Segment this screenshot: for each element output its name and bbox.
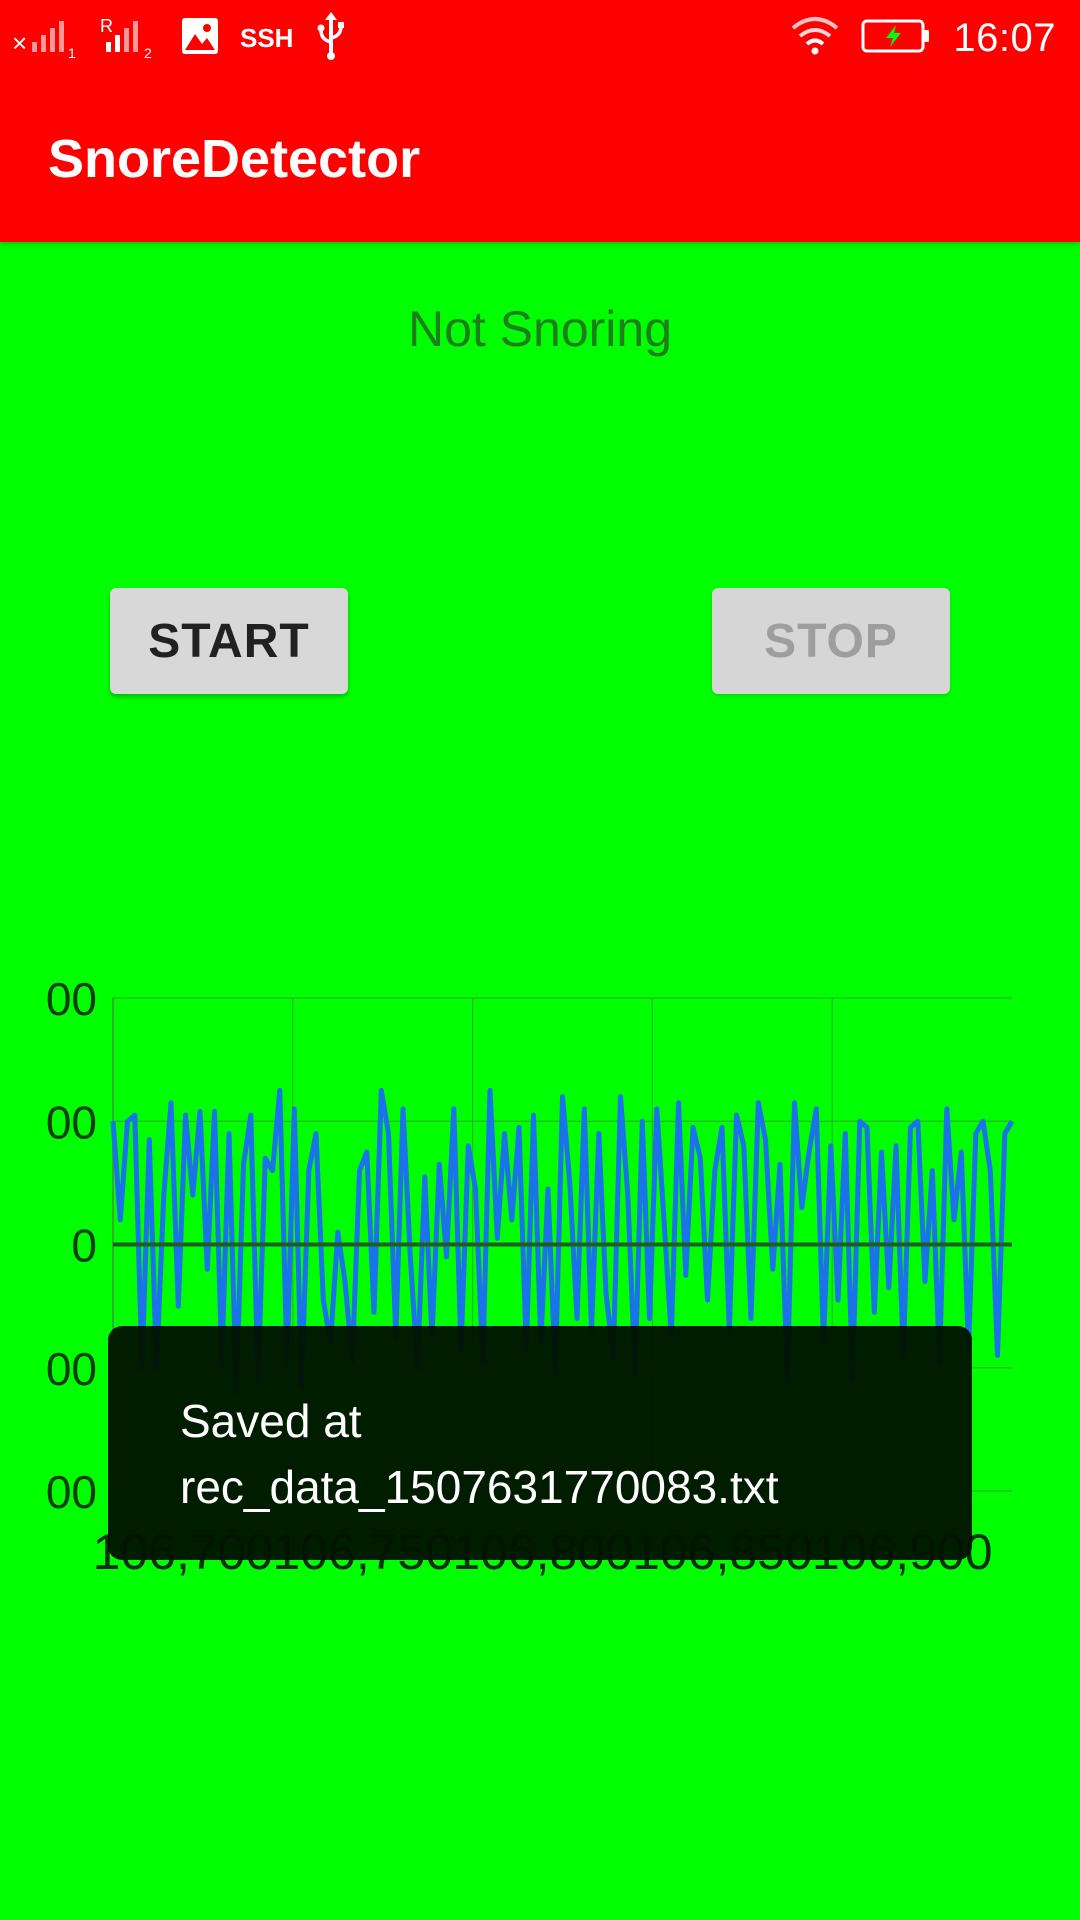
y-tick-label: 00 <box>46 973 97 1025</box>
svg-text:×: × <box>12 28 27 58</box>
usb-icon <box>313 12 349 64</box>
wifi-icon <box>791 16 839 60</box>
svg-text:1: 1 <box>68 45 76 61</box>
y-tick-label: 00 <box>46 1343 97 1395</box>
app-title: SnoreDetector <box>48 129 421 189</box>
y-tick-label: 00 <box>46 1466 97 1518</box>
status-right-icons: 16:07 <box>791 10 1056 66</box>
app-bar: SnoreDetector <box>0 76 1080 242</box>
signal-x-sim1-icon: × 1 <box>12 8 80 68</box>
toast-line-2: rec_data_1507631770083.txt <box>180 1461 779 1513</box>
svg-text:2: 2 <box>144 45 152 61</box>
start-button[interactable]: START <box>110 588 348 694</box>
stop-button[interactable]: STOP <box>712 588 950 694</box>
clock: 16:07 <box>953 15 1056 60</box>
toast-line-1: Saved at <box>180 1395 362 1447</box>
app-screen: × 1 R 2 SSH 16:07 SnoreDetector Not Snor… <box>0 0 1080 1920</box>
battery-charging-icon <box>861 19 931 57</box>
ssh-label: SSH <box>240 22 294 53</box>
saved-toast: Saved at rec_data_1507631770083.txt <box>108 1326 972 1560</box>
image-icon <box>180 16 220 60</box>
status-bar: × 1 R 2 SSH 16:07 <box>0 0 1080 76</box>
snore-status-text: Not Snoring <box>407 301 673 357</box>
status-left-icons: × 1 R 2 SSH <box>12 10 349 66</box>
y-tick-label: 00 <box>46 1096 97 1148</box>
y-tick-label: 0 <box>71 1220 97 1272</box>
svg-text:R: R <box>100 16 113 36</box>
signal-roaming-sim2-icon: R 2 <box>100 8 160 68</box>
